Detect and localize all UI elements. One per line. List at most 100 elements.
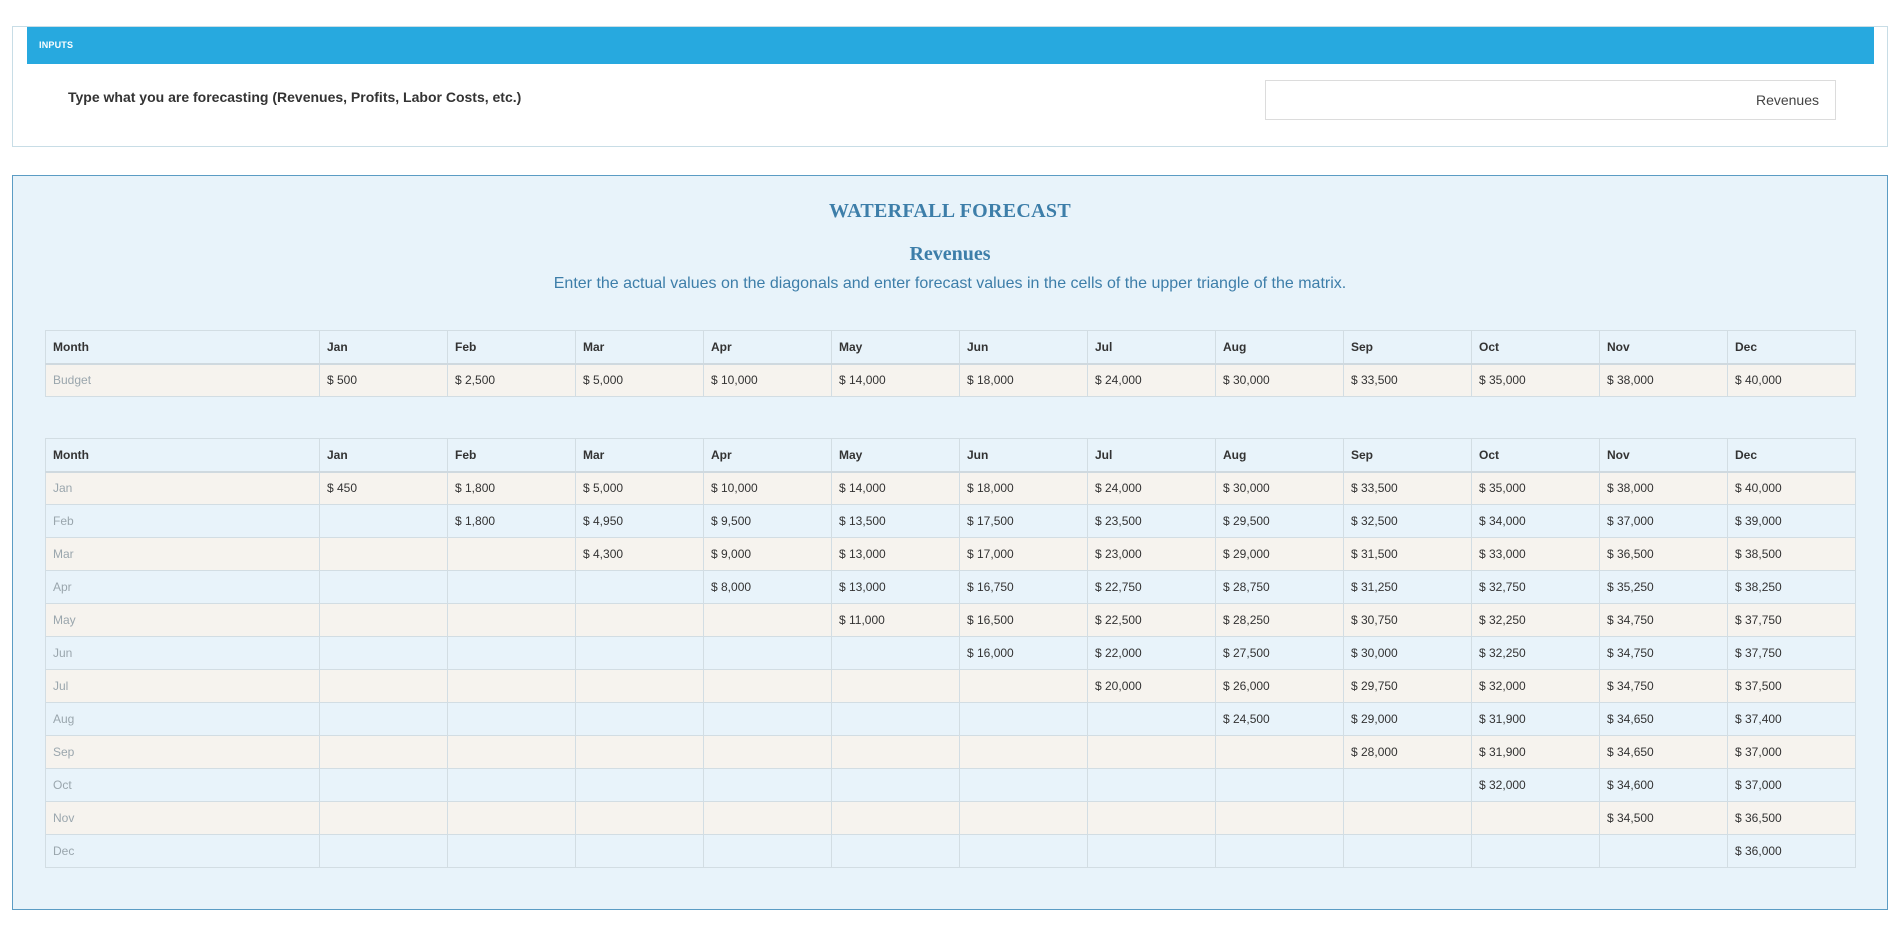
matrix-value-cell[interactable]: $ 30,000 — [1215, 471, 1344, 505]
matrix-value-cell[interactable]: $ 33,000 — [1471, 537, 1600, 571]
matrix-value-cell[interactable]: $ 27,500 — [1215, 636, 1344, 670]
matrix-value-cell[interactable] — [1343, 834, 1472, 868]
matrix-value-cell[interactable]: $ 29,500 — [1215, 504, 1344, 538]
matrix-value-cell[interactable]: $ 33,500 — [1343, 471, 1472, 505]
matrix-value-cell[interactable] — [319, 801, 448, 835]
matrix-value-cell[interactable] — [447, 768, 576, 802]
matrix-value-cell[interactable]: $ 22,750 — [1087, 570, 1216, 604]
matrix-value-cell[interactable]: $ 23,000 — [1087, 537, 1216, 571]
matrix-value-cell[interactable]: $ 34,600 — [1599, 768, 1728, 802]
matrix-value-cell[interactable] — [575, 768, 704, 802]
matrix-value-cell[interactable] — [319, 504, 448, 538]
matrix-value-cell[interactable] — [831, 801, 960, 835]
matrix-value-cell[interactable] — [575, 669, 704, 703]
budget-value-cell[interactable]: $ 18,000 — [959, 363, 1088, 397]
matrix-value-cell[interactable]: $ 8,000 — [703, 570, 832, 604]
matrix-value-cell[interactable]: $ 28,250 — [1215, 603, 1344, 637]
matrix-value-cell[interactable] — [447, 735, 576, 769]
matrix-value-cell[interactable] — [703, 669, 832, 703]
budget-value-cell[interactable]: $ 30,000 — [1215, 363, 1344, 397]
matrix-value-cell[interactable]: $ 36,500 — [1727, 801, 1856, 835]
matrix-value-cell[interactable]: $ 1,800 — [447, 471, 576, 505]
matrix-value-cell[interactable] — [703, 768, 832, 802]
matrix-value-cell[interactable]: $ 450 — [319, 471, 448, 505]
matrix-value-cell[interactable]: $ 32,750 — [1471, 570, 1600, 604]
matrix-value-cell[interactable]: $ 39,000 — [1727, 504, 1856, 538]
matrix-value-cell[interactable]: $ 36,000 — [1727, 834, 1856, 868]
matrix-value-cell[interactable] — [1087, 801, 1216, 835]
matrix-value-cell[interactable]: $ 30,000 — [1343, 636, 1472, 670]
matrix-value-cell[interactable] — [319, 768, 448, 802]
matrix-value-cell[interactable] — [447, 570, 576, 604]
matrix-value-cell[interactable]: $ 4,300 — [575, 537, 704, 571]
matrix-value-cell[interactable] — [703, 834, 832, 868]
matrix-value-cell[interactable]: $ 22,500 — [1087, 603, 1216, 637]
matrix-value-cell[interactable]: $ 37,750 — [1727, 636, 1856, 670]
matrix-value-cell[interactable]: $ 16,500 — [959, 603, 1088, 637]
matrix-value-cell[interactable]: $ 9,000 — [703, 537, 832, 571]
matrix-value-cell[interactable]: $ 1,800 — [447, 504, 576, 538]
matrix-value-cell[interactable]: $ 29,000 — [1215, 537, 1344, 571]
matrix-value-cell[interactable]: $ 24,000 — [1087, 471, 1216, 505]
matrix-value-cell[interactable]: $ 38,250 — [1727, 570, 1856, 604]
matrix-value-cell[interactable] — [1471, 801, 1600, 835]
matrix-value-cell[interactable] — [575, 636, 704, 670]
matrix-value-cell[interactable] — [1215, 735, 1344, 769]
budget-value-cell[interactable]: $ 40,000 — [1727, 363, 1856, 397]
matrix-value-cell[interactable]: $ 30,750 — [1343, 603, 1472, 637]
matrix-value-cell[interactable] — [319, 603, 448, 637]
matrix-value-cell[interactable]: $ 37,000 — [1727, 735, 1856, 769]
matrix-value-cell[interactable] — [959, 669, 1088, 703]
matrix-value-cell[interactable]: $ 37,000 — [1727, 768, 1856, 802]
matrix-value-cell[interactable]: $ 29,000 — [1343, 702, 1472, 736]
matrix-value-cell[interactable]: $ 34,000 — [1471, 504, 1600, 538]
matrix-value-cell[interactable]: $ 9,500 — [703, 504, 832, 538]
matrix-value-cell[interactable]: $ 37,400 — [1727, 702, 1856, 736]
matrix-value-cell[interactable] — [1087, 834, 1216, 868]
matrix-value-cell[interactable]: $ 23,500 — [1087, 504, 1216, 538]
matrix-value-cell[interactable]: $ 22,000 — [1087, 636, 1216, 670]
matrix-value-cell[interactable]: $ 31,900 — [1471, 702, 1600, 736]
matrix-value-cell[interactable] — [703, 636, 832, 670]
matrix-value-cell[interactable] — [319, 669, 448, 703]
matrix-value-cell[interactable]: $ 36,500 — [1599, 537, 1728, 571]
matrix-value-cell[interactable] — [703, 702, 832, 736]
budget-value-cell[interactable]: $ 24,000 — [1087, 363, 1216, 397]
matrix-value-cell[interactable]: $ 20,000 — [1087, 669, 1216, 703]
matrix-value-cell[interactable] — [831, 768, 960, 802]
matrix-value-cell[interactable]: $ 37,000 — [1599, 504, 1728, 538]
matrix-value-cell[interactable]: $ 31,900 — [1471, 735, 1600, 769]
matrix-value-cell[interactable]: $ 14,000 — [831, 471, 960, 505]
matrix-value-cell[interactable]: $ 13,500 — [831, 504, 960, 538]
matrix-value-cell[interactable]: $ 35,000 — [1471, 471, 1600, 505]
matrix-value-cell[interactable]: $ 17,500 — [959, 504, 1088, 538]
matrix-value-cell[interactable] — [831, 735, 960, 769]
budget-value-cell[interactable]: $ 33,500 — [1343, 363, 1472, 397]
budget-value-cell[interactable]: $ 5,000 — [575, 363, 704, 397]
matrix-value-cell[interactable] — [831, 669, 960, 703]
matrix-value-cell[interactable]: $ 16,000 — [959, 636, 1088, 670]
matrix-value-cell[interactable] — [319, 702, 448, 736]
matrix-value-cell[interactable] — [831, 834, 960, 868]
matrix-value-cell[interactable] — [447, 636, 576, 670]
matrix-value-cell[interactable]: $ 4,950 — [575, 504, 704, 538]
matrix-value-cell[interactable] — [831, 636, 960, 670]
matrix-value-cell[interactable] — [1471, 834, 1600, 868]
matrix-value-cell[interactable] — [959, 768, 1088, 802]
matrix-value-cell[interactable]: $ 32,000 — [1471, 669, 1600, 703]
matrix-value-cell[interactable] — [1599, 834, 1728, 868]
matrix-value-cell[interactable] — [575, 834, 704, 868]
matrix-value-cell[interactable] — [575, 702, 704, 736]
matrix-value-cell[interactable]: $ 17,000 — [959, 537, 1088, 571]
matrix-value-cell[interactable]: $ 26,000 — [1215, 669, 1344, 703]
matrix-value-cell[interactable]: $ 16,750 — [959, 570, 1088, 604]
matrix-value-cell[interactable] — [319, 537, 448, 571]
matrix-value-cell[interactable] — [703, 603, 832, 637]
budget-value-cell[interactable]: $ 38,000 — [1599, 363, 1728, 397]
matrix-value-cell[interactable] — [1343, 768, 1472, 802]
matrix-value-cell[interactable]: $ 18,000 — [959, 471, 1088, 505]
matrix-value-cell[interactable]: $ 24,500 — [1215, 702, 1344, 736]
matrix-value-cell[interactable] — [319, 735, 448, 769]
matrix-value-cell[interactable]: $ 34,650 — [1599, 735, 1728, 769]
matrix-value-cell[interactable]: $ 28,000 — [1343, 735, 1472, 769]
